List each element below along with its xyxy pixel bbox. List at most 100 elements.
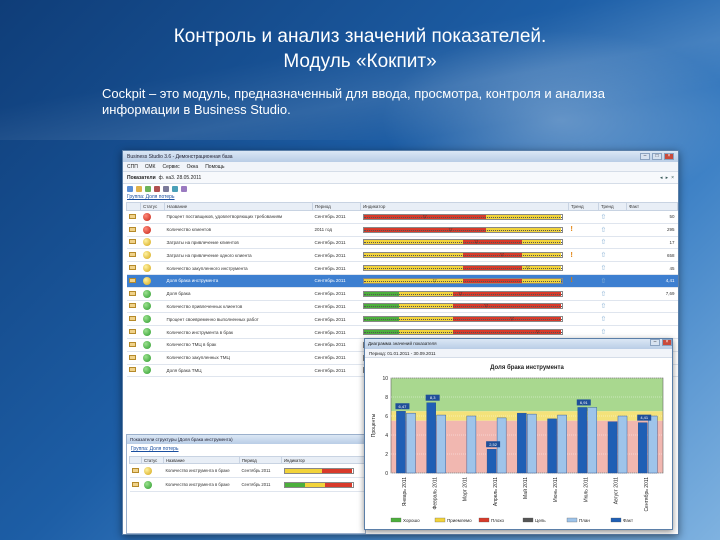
window-titlebar: Business Studio 3.6 - Демонстрационная б… <box>123 151 678 162</box>
table-row[interactable]: Затраты на привлечение одного клиента Сен… <box>126 248 678 263</box>
status-indicator-icon <box>143 480 152 489</box>
indicator-marker-icon: ▽ <box>500 252 504 259</box>
x-tick-label: Март 2011 <box>463 477 469 501</box>
bar-Факт <box>607 421 618 474</box>
table-row[interactable]: Количество клиентов 2011 год ▽! ⇧ 295 <box>126 223 678 237</box>
table-row[interactable]: Количество инструмента в брак Сентябрь 20… <box>126 325 678 339</box>
structure-row-name: Количество инструмента в браке <box>163 463 240 478</box>
maximize-button[interactable]: □ <box>652 153 662 160</box>
structure-row[interactable]: Количество инструмента в браке Сентябрь 2… <box>129 463 366 478</box>
envelope-icon[interactable] <box>128 329 136 335</box>
trend-arrow-icon: ⇧ <box>600 329 607 337</box>
legend-swatch <box>610 517 622 523</box>
structure-col-indicator[interactable]: Индикатор <box>281 456 366 464</box>
legend-swatch <box>390 517 402 523</box>
table-row[interactable]: Доля брака Сентябрь 2011 ▽ ⇧ 7,69 <box>126 287 678 301</box>
menu-item-spp[interactable]: СПП <box>127 164 138 170</box>
group-link[interactable]: Группа: Доля потерь <box>123 194 678 202</box>
nav-prev-icon[interactable]: ◂ <box>660 175 663 181</box>
table-row[interactable]: Количество закупленного инструмента Сентя… <box>126 261 678 275</box>
envelope-icon[interactable] <box>128 354 136 360</box>
delete-icon[interactable] <box>154 186 160 192</box>
bar-План <box>466 415 477 474</box>
status-indicator-icon <box>142 251 151 260</box>
indicator-marker-icon: ▽ <box>510 316 514 323</box>
col-fact[interactable]: Факт <box>626 202 678 211</box>
toolbar-icons: ◂ ▸ × <box>657 175 678 181</box>
trend-arrow-icon: ⇧ <box>600 290 607 298</box>
menu-item-smk[interactable]: СМК <box>145 164 156 170</box>
table-row[interactable]: Процент своевременно выполненных работ Се… <box>126 312 678 327</box>
legend-label: Цель <box>535 518 546 523</box>
envelope-icon[interactable] <box>128 277 136 283</box>
envelope-icon[interactable] <box>128 265 136 271</box>
row-period: Сентябрь 2011 <box>312 312 361 327</box>
table-row[interactable]: Доля брака инструмента Сентябрь 2011 ▽! ⇧ 4,… <box>126 274 678 288</box>
envelope-icon[interactable] <box>128 303 136 309</box>
close-panel-icon[interactable]: × <box>671 175 674 181</box>
y-tick-label: 6 <box>385 414 388 420</box>
indicator-bar <box>283 481 354 488</box>
action-toolbar <box>123 184 678 194</box>
menu-item-service[interactable]: Сервис <box>162 164 179 170</box>
table-row[interactable]: Затраты на привлечение клиентов Сентябрь … <box>126 236 678 250</box>
envelope-icon[interactable] <box>128 316 136 322</box>
envelope-icon[interactable] <box>128 213 136 219</box>
legend-label: Хорошо <box>403 518 420 523</box>
envelope-icon[interactable] <box>128 290 136 296</box>
x-tick-label: Август 2011 <box>614 477 620 504</box>
x-tick-label: Январь 2011 <box>402 477 408 506</box>
indicator-marker-icon: ▽ <box>484 303 489 310</box>
structure-row-name: Количество инструмента в браке <box>163 477 240 492</box>
status-indicator-icon <box>143 466 152 475</box>
data-label: 6,47 <box>399 404 408 409</box>
popup-close-button[interactable]: × <box>662 339 672 346</box>
col-period[interactable]: Период <box>312 202 361 211</box>
structure-col-name[interactable]: Название <box>163 456 240 464</box>
y-tick-label: 4 <box>385 433 388 439</box>
structure-col-period[interactable]: Период <box>239 456 282 464</box>
menu-item-help[interactable]: Помощь <box>205 164 224 170</box>
structure-panel-title: Показатели структуры (Доля брака инструм… <box>127 435 365 444</box>
structure-row-period: Сентябрь 2011 <box>239 463 282 478</box>
envelope-icon[interactable] <box>131 481 139 487</box>
menu-item-windows[interactable]: Окна <box>187 164 199 170</box>
row-name: Количество ТМЦ в брак <box>164 338 313 352</box>
filter-icon[interactable] <box>163 186 169 192</box>
envelope-icon[interactable] <box>128 239 136 245</box>
col-trend2[interactable]: Тренд <box>598 202 627 211</box>
popup-minimize-button[interactable]: – <box>650 339 660 346</box>
col-indicator[interactable]: Индикатор <box>360 202 569 211</box>
bar-Факт <box>486 449 497 474</box>
folder-icon[interactable] <box>136 186 142 192</box>
x-tick-label: Февраль 2011 <box>432 477 438 510</box>
col-trend[interactable]: Тренд <box>568 202 599 211</box>
envelope-icon[interactable] <box>128 367 136 373</box>
chart-icon[interactable] <box>172 186 178 192</box>
envelope-icon[interactable] <box>128 341 136 347</box>
settings-icon[interactable] <box>181 186 187 192</box>
refresh-icon[interactable] <box>127 186 133 192</box>
y-tick-label: 0 <box>385 471 388 477</box>
structure-row[interactable]: Количество инструмента в браке Сентябрь 2… <box>129 477 366 492</box>
nav-next-icon[interactable]: ▸ <box>666 175 669 181</box>
col-name[interactable]: Название <box>164 202 313 211</box>
col-status[interactable]: Статус <box>140 202 165 211</box>
bar-chart: Доля брака инструмента 0 2 4 6 8 10 Проценты 6,4… <box>371 364 664 523</box>
envelope-icon[interactable] <box>128 226 136 232</box>
minimize-button[interactable]: – <box>640 153 650 160</box>
indicator-bar: ▽ <box>362 290 563 297</box>
table-row[interactable]: Процент поставщиков, удовлетворяющих тре… <box>126 210 678 224</box>
row-name: Затраты на привлечение одного клиента <box>164 248 313 263</box>
bar-Факт <box>426 402 436 474</box>
indicator-value[interactable]: ф. на3. 28.05.2011 <box>159 175 202 181</box>
structure-group-link[interactable]: Группа: Доля потерь <box>127 446 365 454</box>
table-row[interactable]: Количество привлеченных клиентов Сентябрь… <box>126 300 678 314</box>
close-button[interactable]: × <box>664 153 674 160</box>
envelope-icon[interactable] <box>128 252 136 258</box>
envelope-icon[interactable] <box>131 467 139 473</box>
add-icon[interactable] <box>145 186 151 192</box>
structure-col-status[interactable]: Статус <box>141 456 164 464</box>
popup-title: Диаграмма значений показателя <box>368 341 437 346</box>
popup-toolbar[interactable]: Период: 01.01.2011 - 30.09.2011 <box>365 349 672 358</box>
